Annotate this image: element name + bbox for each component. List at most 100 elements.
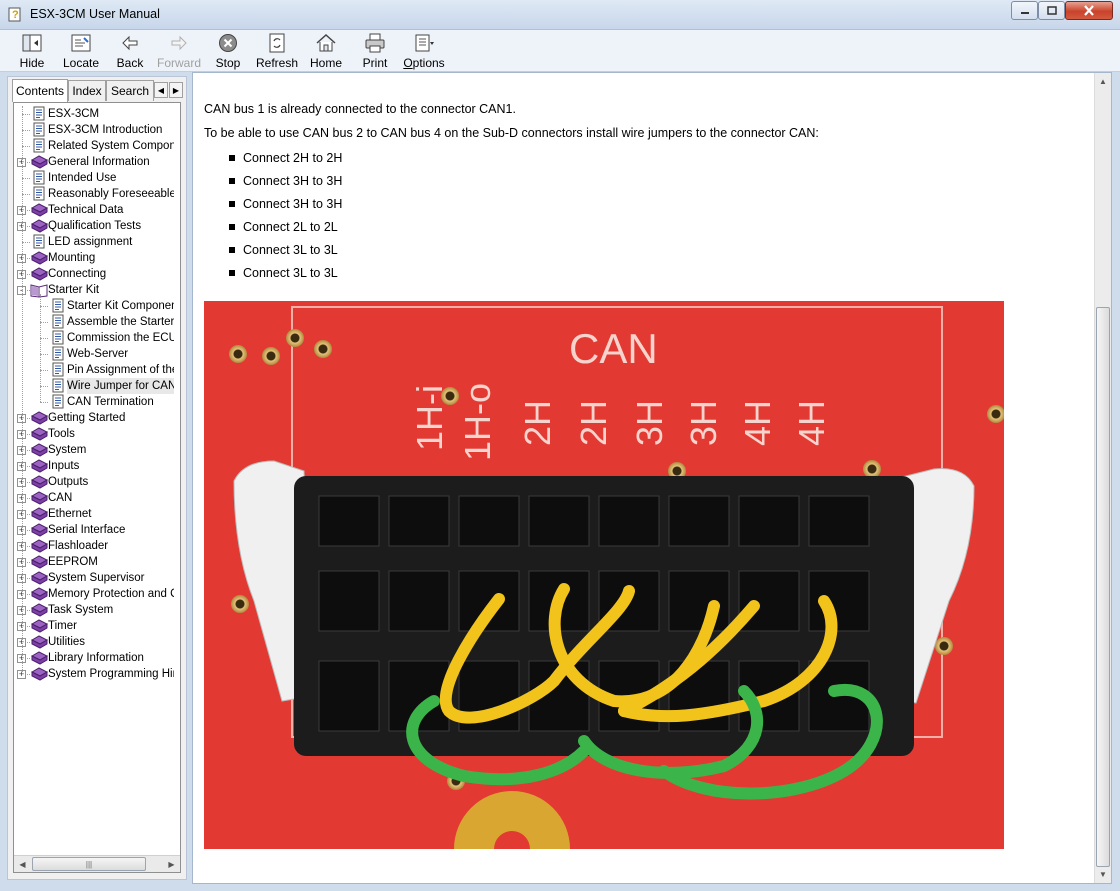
tree-item[interactable]: Pin Assignment of the: [14, 362, 174, 378]
tab-index[interactable]: Index: [68, 80, 106, 101]
print-button[interactable]: Print: [362, 32, 388, 70]
stop-icon: [219, 34, 237, 52]
tree-item[interactable]: + Getting Started: [14, 410, 174, 426]
page-icon: [33, 106, 45, 121]
back-button[interactable]: Back: [115, 32, 145, 70]
tree-item[interactable]: + General Information: [14, 154, 174, 170]
tree-item[interactable]: + Ethernet: [14, 506, 174, 522]
tree-item[interactable]: + Connecting: [14, 266, 174, 282]
scroll-up-arrow-icon[interactable]: ▲: [1095, 73, 1111, 90]
tree-item[interactable]: + Timer: [14, 618, 174, 634]
tree-item[interactable]: Commission the ECU: [14, 330, 174, 346]
tree-item[interactable]: + Mounting: [14, 250, 174, 266]
horizontal-scrollbar[interactable]: ◀ ||| ▶: [14, 855, 180, 872]
tree-item-label: CAN Termination: [67, 396, 154, 408]
book-icon: [30, 219, 48, 233]
tree-item[interactable]: + Task System: [14, 602, 174, 618]
scroll-down-arrow-icon[interactable]: ▼: [1095, 866, 1111, 883]
back-arrow-icon: [122, 35, 138, 51]
home-button[interactable]: Home: [310, 32, 342, 70]
maximize-button[interactable]: [1038, 1, 1065, 20]
tab-scroll-left-button[interactable]: ◀: [154, 82, 168, 98]
tree-connector-line: [22, 242, 30, 243]
scrollbar-thumb[interactable]: [1096, 307, 1110, 867]
list-item: Connect 2H to 2H: [229, 151, 342, 174]
nav-tabs: Contents Index Search ◀ ▶: [11, 79, 187, 102]
list-item: Connect 3L to 3L: [229, 243, 342, 266]
tree-item[interactable]: + Utilities: [14, 634, 174, 650]
tree-item-label: Tools: [48, 428, 75, 440]
tree-item[interactable]: Assemble the Starter: [14, 314, 174, 330]
tree-connector-line: [22, 146, 30, 147]
tree-item[interactable]: LED assignment: [14, 234, 174, 250]
tree-item[interactable]: CAN Termination: [14, 394, 174, 410]
tree-item[interactable]: + Flashloader: [14, 538, 174, 554]
tree-connector-line: [22, 130, 30, 131]
tree-item-label: Qualification Tests: [48, 220, 142, 232]
hide-button[interactable]: Hide: [18, 32, 46, 70]
page-icon: [33, 234, 45, 249]
tree-item-label: Web-Server: [67, 348, 129, 360]
tree-item-label: ESX-3CM: [48, 108, 100, 120]
tree-item-label: Memory Protection and Cl: [48, 588, 174, 600]
tree-item[interactable]: + Technical Data: [14, 202, 174, 218]
stop-button[interactable]: Stop: [214, 32, 242, 70]
tree-item[interactable]: Web-Server: [14, 346, 174, 362]
scroll-right-arrow-icon[interactable]: ▶: [163, 856, 180, 872]
refresh-icon: [269, 33, 285, 53]
tree-item[interactable]: Intended Use: [14, 170, 174, 186]
tree-item[interactable]: + System Programming Hint: [14, 666, 174, 682]
tree-item[interactable]: Related System Compone: [14, 138, 174, 154]
tree-item[interactable]: + Outputs: [14, 474, 174, 490]
pin-label: 4H: [737, 400, 778, 446]
tree-item-label: Connecting: [48, 268, 107, 280]
topic-content-pane: CAN bus 1 is already connected to the co…: [192, 72, 1112, 884]
page-icon: [33, 138, 45, 153]
tree-item[interactable]: + EEPROM: [14, 554, 174, 570]
tree-item-label: Technical Data: [48, 204, 124, 216]
scroll-left-arrow-icon[interactable]: ◀: [14, 856, 31, 872]
tree-item[interactable]: + Qualification Tests: [14, 218, 174, 234]
close-button[interactable]: [1065, 1, 1113, 20]
scrollbar-thumb[interactable]: |||: [32, 857, 146, 871]
tree-item[interactable]: ESX-3CM Introduction: [14, 122, 174, 138]
board-label: CAN: [569, 325, 658, 372]
tab-scroll-right-button[interactable]: ▶: [169, 82, 183, 98]
tree-item[interactable]: ESX-3CM: [14, 106, 174, 122]
tree-connector-line: [40, 386, 48, 387]
tree-item[interactable]: Reasonably Foreseeable: [14, 186, 174, 202]
tab-search[interactable]: Search: [106, 80, 154, 101]
page-icon: [52, 298, 64, 313]
book-icon: [30, 459, 48, 473]
options-button[interactable]: Options: [403, 32, 445, 70]
tree-item-label: Timer: [48, 620, 77, 632]
tree-connector-line: [22, 106, 23, 674]
minimize-button[interactable]: [1011, 1, 1038, 20]
tree-item-label: Library Information: [48, 652, 144, 664]
tree-item-label: ESX-3CM Introduction: [48, 124, 163, 136]
refresh-button[interactable]: Refresh: [256, 32, 298, 70]
tree-item[interactable]: + System Supervisor: [14, 570, 174, 586]
tree-item[interactable]: + Memory Protection and Cl: [14, 586, 174, 602]
tree-item[interactable]: + Tools: [14, 426, 174, 442]
book-icon: [30, 555, 48, 569]
vertical-scrollbar[interactable]: ▲ ▼: [1094, 73, 1111, 883]
tree-item-label: General Information: [48, 156, 150, 168]
tree-item[interactable]: Wire Jumper for CAN: [14, 378, 174, 394]
page-icon: [52, 378, 64, 393]
tree-item[interactable]: + CAN: [14, 490, 174, 506]
book-icon: [30, 539, 48, 553]
tab-contents[interactable]: Contents: [12, 79, 68, 102]
tree-item[interactable]: + Serial Interface: [14, 522, 174, 538]
tree-item[interactable]: Starter Kit Component: [14, 298, 174, 314]
open-book-icon: [30, 284, 48, 298]
tree-item[interactable]: + Library Information: [14, 650, 174, 666]
locate-button[interactable]: Locate: [63, 32, 99, 70]
window-title: ESX-3CM User Manual: [30, 7, 160, 21]
tree-item[interactable]: + System: [14, 442, 174, 458]
tree-connector-line: [40, 370, 48, 371]
page-icon: [52, 362, 64, 377]
forward-button[interactable]: Forward: [157, 32, 201, 70]
tree-item[interactable]: + Inputs: [14, 458, 174, 474]
tree-item[interactable]: - Starter Kit: [14, 282, 174, 298]
